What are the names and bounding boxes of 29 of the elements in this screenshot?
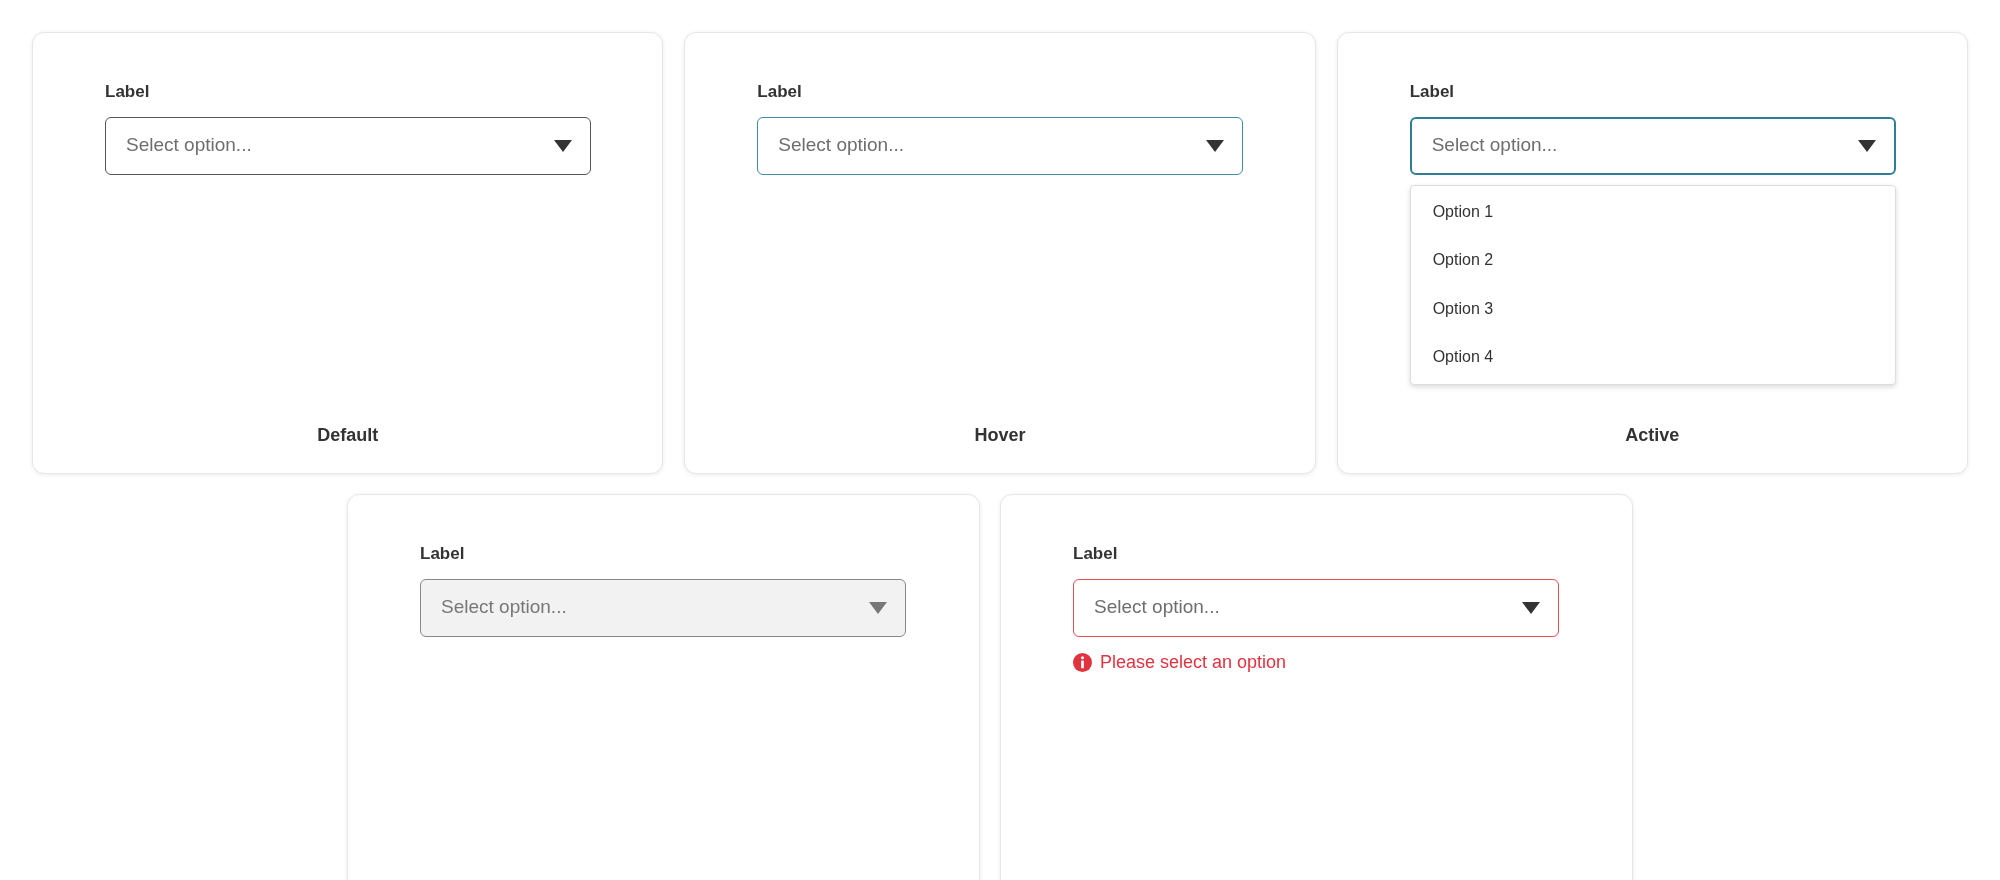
dropdown-caret-icon [1857,139,1876,152]
state-caption: Hover [974,424,1026,447]
field-label: Label [1073,543,1118,565]
select-field[interactable]: Select option... [1073,578,1559,637]
state-caption: Default [317,424,379,447]
state-caption: Active [1625,424,1680,447]
dropdown-option[interactable]: Option 4 [1410,333,1895,382]
select-field[interactable]: Select option... [105,116,591,175]
field-label: Label [757,81,802,103]
select-placeholder: Select option... [778,133,905,158]
error-info-icon [1073,652,1092,672]
dropdown-caret-icon [554,139,572,152]
select-field[interactable]: Select option... [757,116,1244,175]
select-placeholder: Select option... [126,133,252,158]
select-placeholder: Select option... [1431,133,1558,158]
dropdown-caret-icon [1522,601,1540,614]
select-field[interactable]: Select option... [1409,116,1896,175]
select-placeholder: Select option... [1094,595,1220,620]
error-message: Please select an option [1100,650,1287,674]
dropdown-option[interactable]: Option 3 [1410,284,1895,333]
dropdown-caret-icon [1206,139,1225,152]
select-field[interactable]: Select option... [420,578,906,637]
field-label: Label [105,81,150,103]
select-placeholder: Select option... [441,595,567,620]
dropdown-caret-icon [869,601,887,614]
field-label: Label [420,543,465,565]
field-label: Label [1409,81,1455,103]
dropdown-option[interactable]: Option 1 [1410,187,1895,236]
dropdown-option[interactable]: Option 2 [1410,236,1895,285]
